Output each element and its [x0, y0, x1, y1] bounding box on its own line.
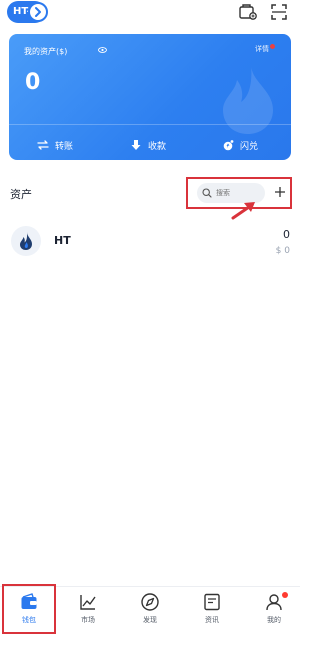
transfer-button[interactable]: 转账 — [37, 138, 73, 152]
notification-dot — [270, 44, 275, 49]
transfer-icon — [37, 140, 49, 150]
asset-value: $ 0 — [275, 246, 290, 256]
news-icon — [204, 593, 220, 611]
asset-row-ht[interactable]: HT 0 $ 0 — [0, 222, 300, 262]
swap-button[interactable]: 闪兑 — [222, 138, 258, 152]
assets-section-title: 资产 — [10, 188, 32, 201]
swap-label: 闪兑 — [240, 141, 259, 152]
discover-icon — [141, 593, 159, 611]
transfer-wallet-icon[interactable] — [238, 2, 258, 22]
tab-wallet[interactable]: 钱包 — [9, 590, 49, 630]
transfer-label: 转账 — [55, 141, 74, 152]
market-icon — [80, 595, 96, 610]
receive-button[interactable]: 收款 — [130, 138, 166, 152]
profile-icon — [266, 594, 282, 611]
asset-symbol: HT — [54, 234, 71, 247]
search-icon — [202, 188, 212, 198]
add-asset-button[interactable] — [273, 185, 287, 199]
tab-discover[interactable]: 发现 — [130, 590, 170, 630]
asset-summary-card: 我的资产($) 详情 0 转账 收款 闪兑 — [9, 34, 291, 160]
annotation-arrow-icon — [231, 202, 255, 220]
scan-icon[interactable] — [269, 2, 289, 22]
receive-icon — [131, 140, 141, 150]
tab-news[interactable]: 资讯 — [192, 590, 232, 630]
wallet-icon — [21, 593, 37, 609]
tab-news-label: 资讯 — [205, 616, 219, 624]
tab-discover-label: 发现 — [143, 616, 157, 624]
tab-profile[interactable]: 我的 — [254, 590, 294, 630]
chevron-right-icon — [28, 2, 48, 22]
tab-market-label: 市场 — [81, 616, 95, 624]
ht-coin-icon — [11, 226, 41, 256]
swap-icon — [223, 140, 234, 151]
plus-icon — [275, 187, 285, 197]
asset-amount: 0 — [283, 228, 290, 241]
tab-wallet-label: 钱包 — [22, 616, 36, 624]
details-label: 详情 — [255, 45, 269, 53]
total-assets-label: 我的资产($) — [24, 47, 68, 56]
tab-profile-label: 我的 — [267, 616, 281, 624]
search-input[interactable] — [216, 189, 260, 197]
details-link[interactable]: 详情 — [255, 44, 275, 54]
profile-notification-dot — [282, 592, 288, 598]
receive-label: 收款 — [148, 141, 167, 152]
tab-market[interactable]: 市场 — [68, 590, 108, 630]
wallet-selector[interactable]: HT-1 — [7, 1, 48, 23]
eye-icon[interactable] — [98, 47, 107, 53]
total-assets-value: 0 — [25, 70, 41, 95]
card-divider — [9, 124, 291, 125]
